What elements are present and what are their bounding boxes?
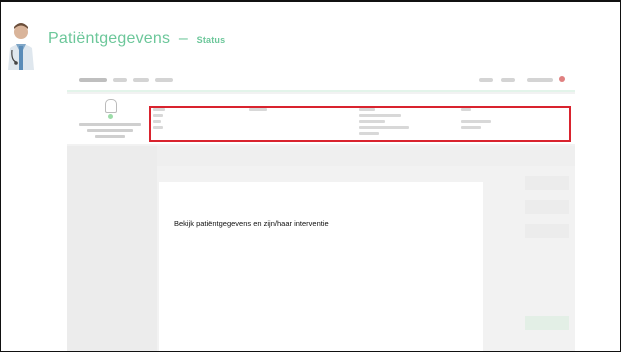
patient-detail-line — [95, 135, 125, 138]
app-logo — [79, 78, 107, 82]
modal-text: Bekijk patiëntgegevens en zijn/haar inte… — [174, 219, 329, 228]
side-button[interactable] — [525, 316, 569, 330]
progress-strip — [67, 90, 575, 92]
side-card — [525, 176, 569, 190]
notification-badge[interactable] — [559, 76, 565, 82]
left-column — [67, 146, 157, 351]
side-card — [525, 200, 569, 214]
status-highlight-box — [149, 106, 571, 142]
side-card — [525, 224, 569, 238]
info-modal: Bekijk patiëntgegevens en zijn/haar inte… — [159, 182, 483, 351]
nav-item[interactable] — [113, 78, 127, 82]
user-profile-icon — [105, 99, 117, 113]
nav-item[interactable] — [155, 78, 173, 82]
slide-subtitle: Status — [196, 35, 226, 45]
nav-item[interactable] — [479, 78, 493, 82]
slide: Patiëntgegevens – Status Bekijk patiëntg… — [0, 0, 621, 352]
patient-detail-line — [87, 129, 133, 132]
nav-item[interactable] — [527, 78, 553, 82]
slide-title-row: Patiëntgegevens – Status — [48, 30, 225, 48]
doctor-avatar-icon — [3, 20, 37, 70]
status-dot — [108, 114, 113, 119]
app-topbar — [67, 72, 575, 90]
nav-item[interactable] — [501, 78, 515, 82]
nav-item[interactable] — [133, 78, 149, 82]
title-separator: – — [178, 30, 188, 47]
patient-profile — [75, 99, 145, 144]
patient-name-line — [79, 123, 141, 126]
slide-title: Patiëntgegevens — [48, 30, 171, 47]
